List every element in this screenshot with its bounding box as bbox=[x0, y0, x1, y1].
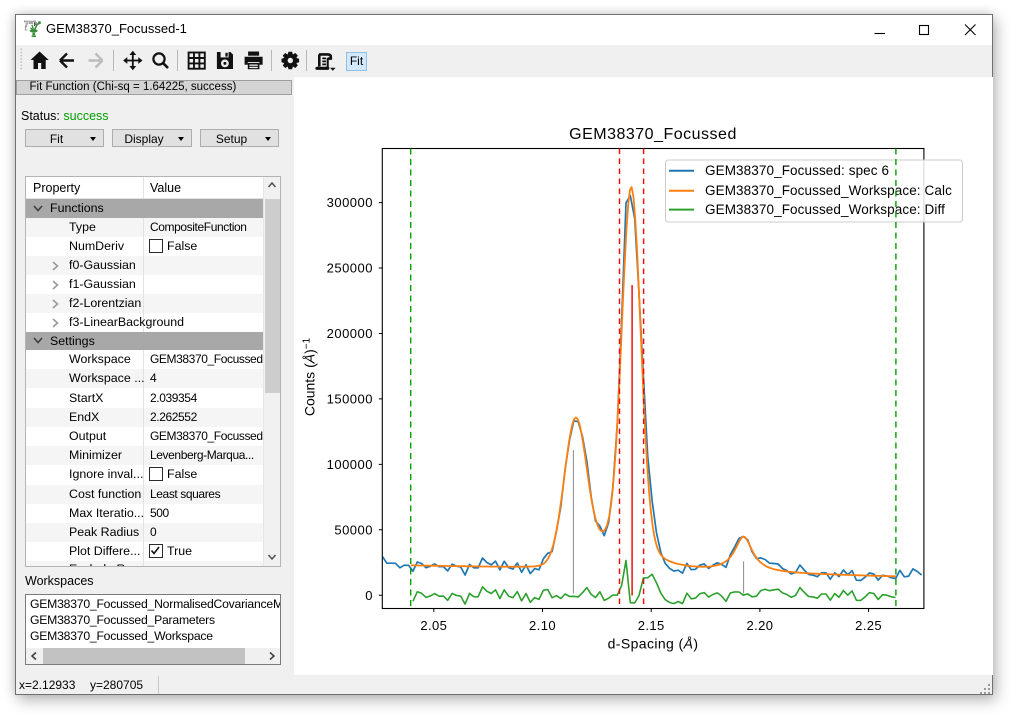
svg-text:50000: 50000 bbox=[334, 522, 373, 537]
svg-text:d-Spacing (Å): d-Spacing (Å) bbox=[607, 636, 698, 652]
svg-text:2.15: 2.15 bbox=[637, 618, 664, 633]
svg-text:GEM38370_Focussed_Workspace: C: GEM38370_Focussed_Workspace: Calc bbox=[705, 183, 952, 198]
svg-text:2.05: 2.05 bbox=[420, 618, 447, 633]
svg-text:2.20: 2.20 bbox=[746, 618, 773, 633]
svg-text:150000: 150000 bbox=[326, 391, 372, 406]
svg-text:GEM38370_Focussed_Workspace: D: GEM38370_Focussed_Workspace: Diff bbox=[705, 202, 945, 217]
svg-text:100000: 100000 bbox=[326, 457, 372, 472]
svg-text:GEM38370_Focussed: GEM38370_Focussed bbox=[569, 126, 737, 143]
svg-text:200000: 200000 bbox=[326, 326, 372, 341]
svg-text:0: 0 bbox=[365, 588, 373, 603]
svg-text:GEM38370_Focussed: spec 6: GEM38370_Focussed: spec 6 bbox=[705, 163, 889, 178]
svg-text:250000: 250000 bbox=[326, 261, 372, 276]
svg-text:300000: 300000 bbox=[326, 195, 372, 210]
svg-text:Counts (Å)−1: Counts (Å)−1 bbox=[301, 337, 317, 416]
svg-text:2.25: 2.25 bbox=[855, 618, 882, 633]
svg-text:2.10: 2.10 bbox=[529, 618, 556, 633]
